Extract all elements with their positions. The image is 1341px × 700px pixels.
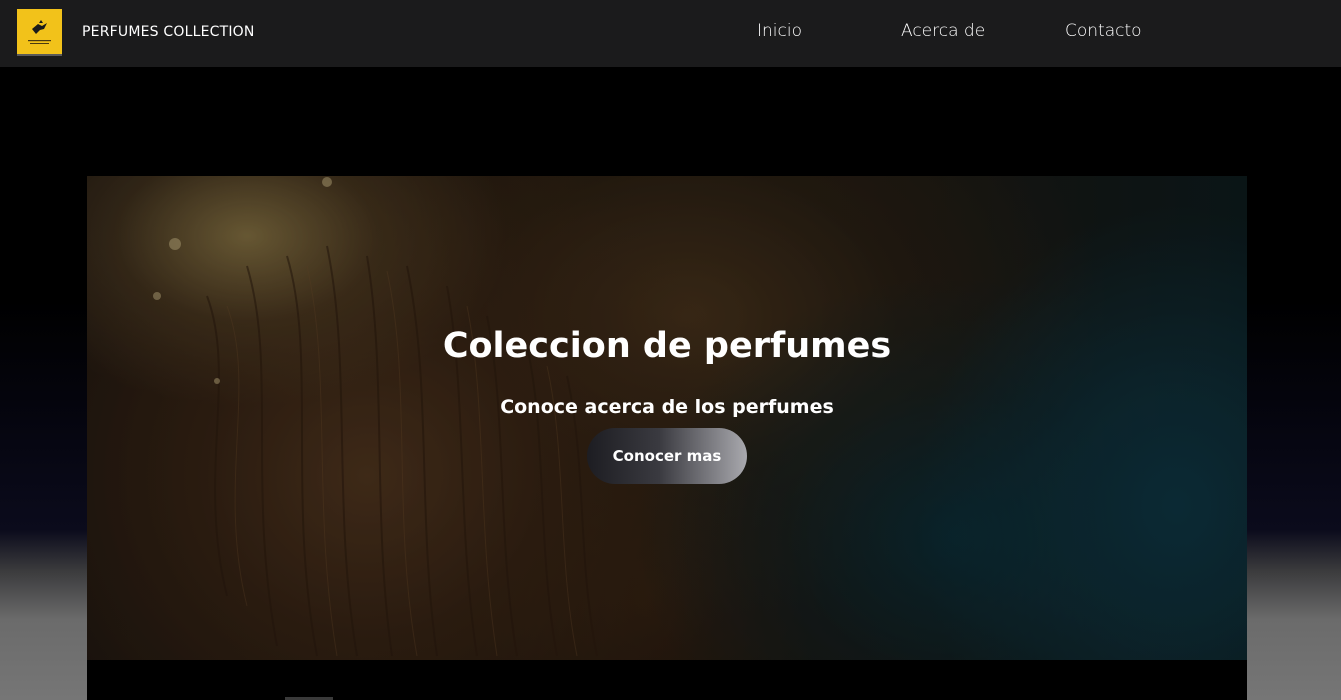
hero-title: Coleccion de perfumes [442,326,892,366]
brand-name[interactable]: PERFUMES COLLECTION [82,24,255,40]
hero-banner: Coleccion de perfumes Conoce acerca de l… [87,176,1247,660]
nav-link-inicio[interactable]: Inicio [757,21,802,41]
perfume-logo-icon [28,20,51,44]
brand-logo[interactable] [17,9,62,56]
top-navbar: PERFUMES COLLECTION Inicio Acerca de Con… [0,0,1341,67]
content-section [87,660,1247,700]
hero-subtitle: Conoce acerca de los perfumes [500,396,834,418]
nav-link-acerca-de[interactable]: Acerca de [901,21,985,41]
nav-link-contacto[interactable]: Contacto [1065,21,1142,41]
conocer-mas-button[interactable]: Conocer mas [587,428,747,484]
hero-overlay [87,176,1247,660]
